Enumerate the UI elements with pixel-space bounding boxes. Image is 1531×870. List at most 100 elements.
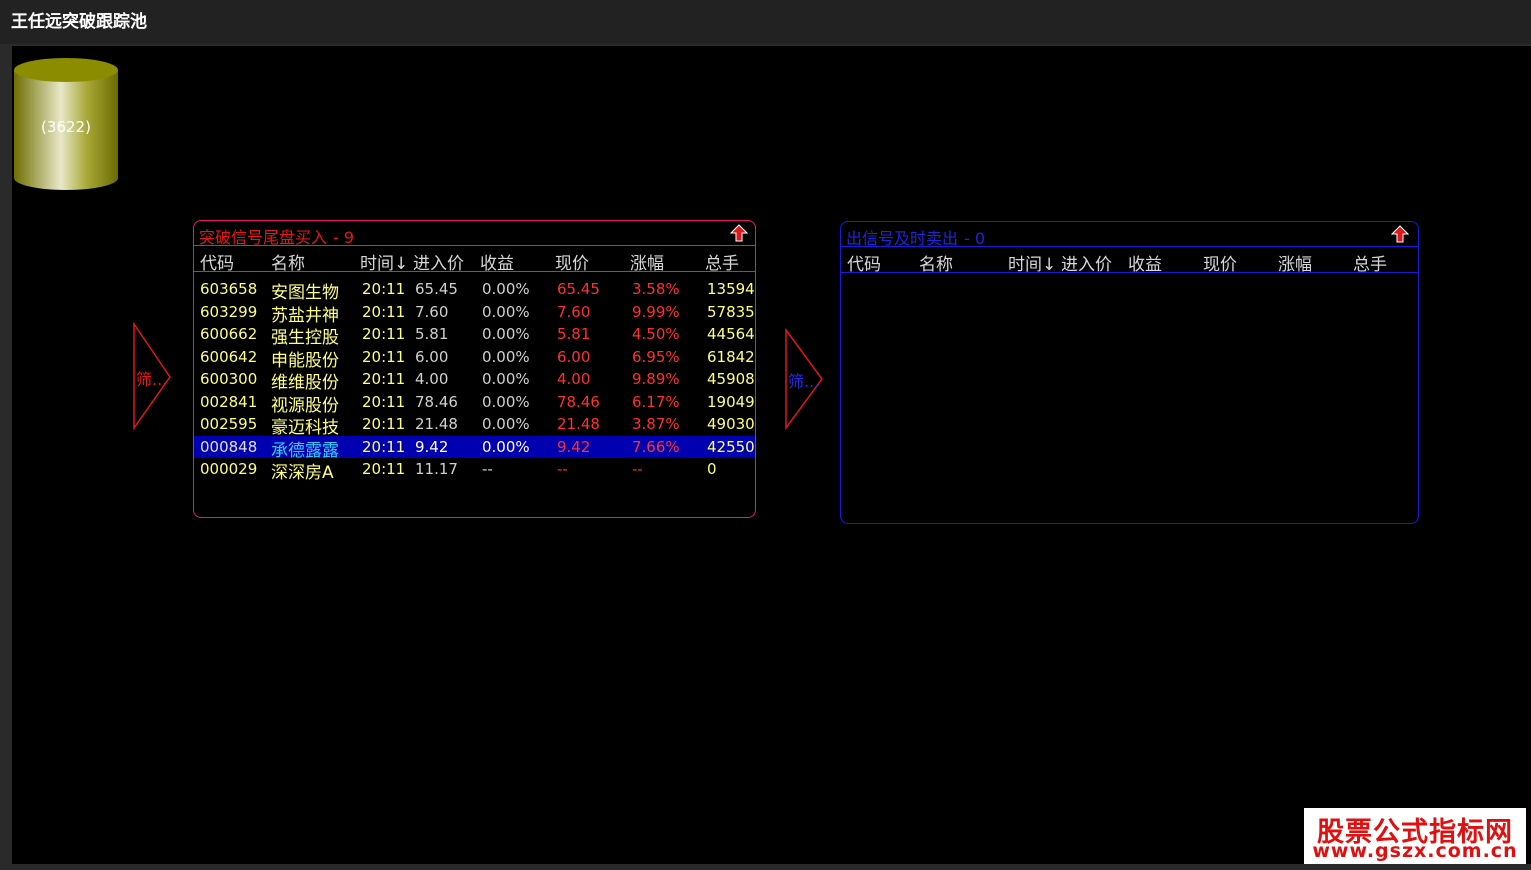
table-row[interactable]: 600642 申能股份 20:11 6.00 0.00% 6.00 6.95% 618421: [194, 346, 755, 369]
panel-count: - 9: [333, 228, 355, 247]
col-change[interactable]: 涨幅: [1278, 250, 1312, 275]
cell-time: 20:11: [362, 347, 406, 366]
col-volume[interactable]: 总手: [705, 249, 739, 274]
col-price[interactable]: 现价: [1203, 250, 1237, 275]
cell-price: 6.00: [557, 347, 591, 366]
cell-change: 7.66%: [632, 437, 680, 456]
cell-change: --: [632, 460, 643, 478]
col-name[interactable]: 名称: [271, 249, 305, 274]
panel-header: 出信号及时卖出 - 0: [841, 222, 1418, 248]
cell-code: 603299: [200, 302, 258, 321]
col-time[interactable]: 时间↓: [360, 249, 408, 274]
cell-name: 深深房A: [271, 463, 334, 481]
sell-signal-panel: 出信号及时卖出 - 0 代码 名称 时间↓ 进入价 收益 现价 涨幅 总手: [840, 221, 1419, 524]
table-row[interactable]: 002841 视源股份 20:11 78.46 0.00% 78.46 6.17% 19049: [194, 391, 755, 414]
cell-price: --: [557, 460, 568, 478]
cell-name: 豪迈科技: [271, 418, 339, 436]
column-header: 代码 名称 时间↓ 进入价 收益 现价 涨幅 总手: [194, 246, 755, 274]
col-code[interactable]: 代码: [847, 250, 881, 275]
cell-change: 9.89%: [632, 370, 680, 388]
buy-signal-panel: 突破信号尾盘买入 - 9 代码 名称 时间↓ 进入价 收益 现价 涨幅 总手 60…: [193, 220, 756, 518]
cell-entry-price: 9.42: [415, 437, 449, 456]
table-row[interactable]: 603658 安图生物 20:11 65.45 0.00% 65.45 3.58% 13594: [194, 278, 755, 301]
table-row[interactable]: 000029 深深房A 20:11 11.17 -- -- -- 0: [194, 458, 755, 481]
filter-arrow-right[interactable]: 筛...: [784, 327, 826, 432]
panel-title-text: 出信号及时卖出: [846, 229, 959, 248]
cell-profit: --: [482, 460, 493, 478]
up-arrow-icon[interactable]: [1390, 225, 1410, 243]
table-row[interactable]: 600662 强生控股 20:11 5.81 0.00% 5.81 4.50% 445648: [194, 323, 755, 346]
cell-time: 20:11: [362, 437, 406, 456]
cell-change: 6.95%: [632, 347, 680, 366]
cell-price: 9.42: [557, 437, 591, 456]
col-entry-price[interactable]: 进入价: [1061, 250, 1112, 275]
cell-price: 21.48: [557, 415, 600, 433]
panel-title-text: 突破信号尾盘买入: [199, 228, 328, 247]
col-profit[interactable]: 收益: [480, 249, 514, 274]
cell-profit: 0.00%: [482, 415, 530, 433]
cell-entry-price: 21.48: [415, 415, 458, 433]
cell-code: 600662: [200, 325, 258, 343]
cell-price: 78.46: [557, 392, 600, 411]
panel-header: 突破信号尾盘买入 - 9: [194, 221, 755, 248]
cell-code: 000029: [200, 460, 258, 478]
watermark-url: www.gszx.com.cn: [1312, 840, 1518, 862]
cell-profit: 0.00%: [482, 347, 530, 366]
col-change[interactable]: 涨幅: [630, 249, 664, 274]
cell-name: 申能股份: [271, 350, 339, 369]
cell-code: 603658: [200, 280, 258, 298]
cell-name: 视源股份: [271, 395, 339, 414]
cell-code: 600300: [200, 370, 258, 388]
cell-change: 9.99%: [632, 302, 680, 321]
col-volume[interactable]: 总手: [1353, 250, 1387, 275]
cell-profit: 0.00%: [482, 325, 530, 343]
buy-table-body: 603658 安图生物 20:11 65.45 0.00% 65.45 3.58% 13594…: [194, 278, 755, 481]
cell-price: 7.60: [557, 302, 591, 321]
pool-count: (3622): [41, 118, 91, 136]
col-code[interactable]: 代码: [200, 249, 234, 274]
cell-name: 维维股份: [271, 373, 339, 391]
main-canvas: (3622) 筛... 突破信号尾盘买入 - 9 代码 名称 时间↓ 进入价 收益…: [12, 46, 1531, 864]
cell-volume: 49030: [707, 415, 755, 433]
cell-volume: 425504: [707, 437, 755, 456]
cell-time: 20:11: [362, 392, 406, 411]
cell-profit: 0.00%: [482, 302, 530, 321]
cell-code: 002841: [200, 392, 258, 411]
col-entry-price[interactable]: 进入价: [413, 249, 464, 274]
table-row[interactable]: 600300 维维股份 20:11 4.00 0.00% 4.00 9.89% 459085: [194, 368, 755, 391]
col-name[interactable]: 名称: [919, 250, 953, 275]
col-time[interactable]: 时间↓: [1008, 250, 1056, 275]
cell-change: 6.17%: [632, 392, 680, 411]
table-row[interactable]: 000848 承德露露 20:11 9.42 0.00% 9.42 7.66% 425504: [194, 435, 755, 458]
stock-pool-cylinder[interactable]: (3622): [12, 56, 120, 194]
cell-price: 5.81: [557, 325, 591, 343]
up-arrow-icon[interactable]: [729, 224, 749, 242]
cell-time: 20:11: [362, 280, 406, 298]
cell-change: 3.58%: [632, 280, 680, 298]
cell-entry-price: 6.00: [415, 347, 449, 366]
title-bar: 王任远突破跟踪池: [0, 0, 1531, 44]
cell-volume: 459085: [707, 370, 755, 388]
cell-volume: 13594: [707, 280, 755, 298]
cell-entry-price: 65.45: [415, 280, 458, 298]
cell-name: 强生控股: [271, 328, 339, 346]
filter-arrow-left[interactable]: 筛...: [132, 321, 174, 432]
cell-change: 4.50%: [632, 325, 680, 343]
cell-entry-price: 78.46: [415, 392, 458, 411]
table-row[interactable]: 002595 豪迈科技 20:11 21.48 0.00% 21.48 3.87% 49030: [194, 413, 755, 436]
table-row[interactable]: 603299 苏盐井神 20:11 7.60 0.00% 7.60 9.99% 57835: [194, 301, 755, 324]
filter-label: 筛...: [788, 372, 820, 391]
cell-price: 4.00: [557, 370, 591, 388]
cell-code: 000848: [200, 437, 258, 456]
col-price[interactable]: 现价: [555, 249, 589, 274]
cell-change: 3.87%: [632, 415, 680, 433]
filter-label: 筛...: [136, 370, 168, 389]
col-profit[interactable]: 收益: [1128, 250, 1162, 275]
cell-volume: 57835: [707, 302, 755, 321]
cell-profit: 0.00%: [482, 392, 530, 411]
cell-profit: 0.00%: [482, 437, 530, 456]
watermark-logo: 股票公式指标网 www.gszx.com.cn: [1304, 808, 1526, 864]
panel-title: 突破信号尾盘买入 - 9: [199, 224, 354, 248]
cell-name: 安图生物: [271, 283, 339, 301]
cell-time: 20:11: [362, 415, 406, 433]
